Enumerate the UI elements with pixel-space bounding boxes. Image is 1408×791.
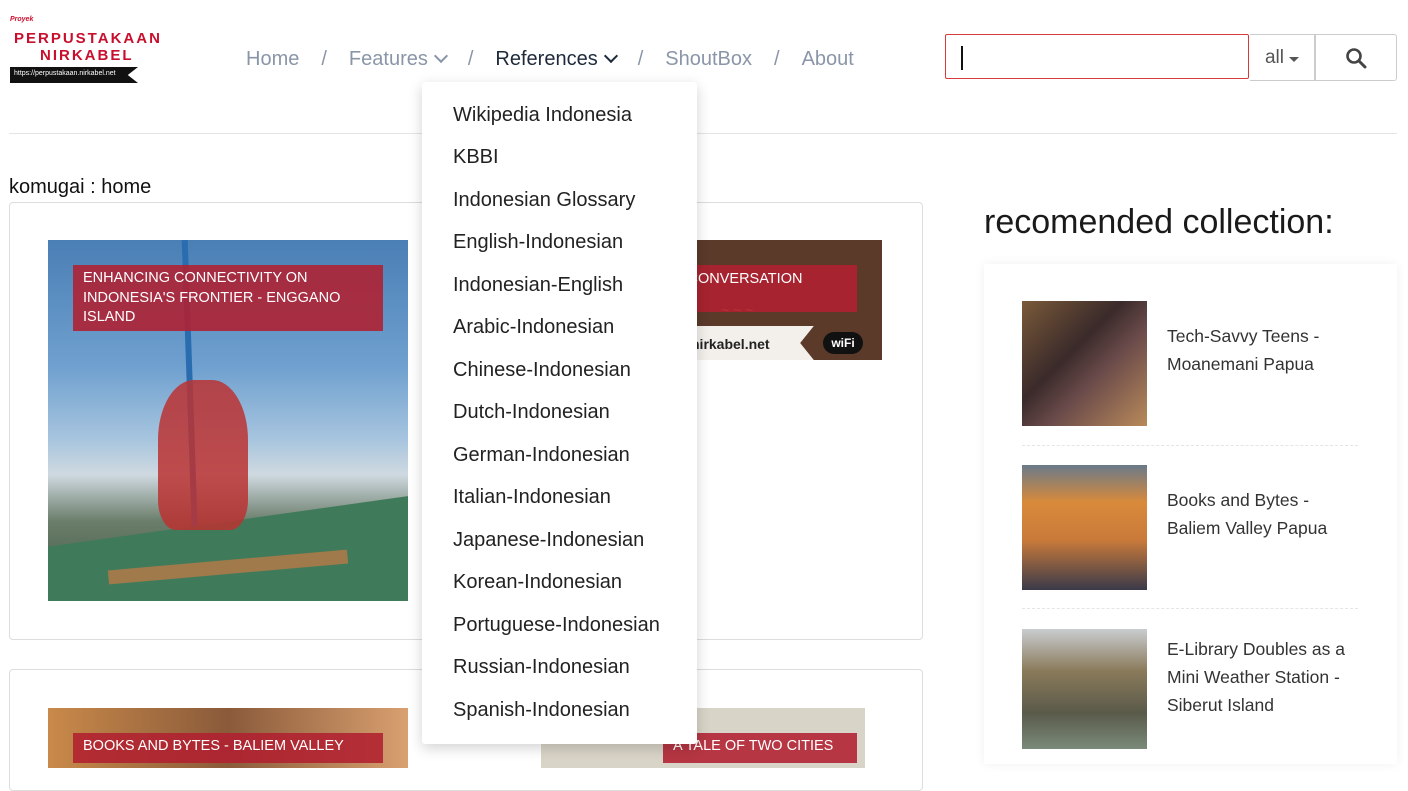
dropdown-item-indonesian-english[interactable]: Indonesian-English (453, 274, 623, 297)
breadcrumb: komugai : home (9, 176, 152, 198)
image-url-text: nirkabel.net (691, 336, 770, 352)
caret-down-icon (1289, 56, 1299, 62)
search-icon (1346, 47, 1367, 68)
search-input[interactable] (945, 34, 1249, 79)
chevron-down-icon (603, 48, 618, 64)
dropdown-item-wikipedia[interactable]: Wikipedia Indonesia (453, 104, 632, 127)
dropdown-item-arabic-indonesian[interactable]: Arabic-Indonesian (453, 316, 614, 339)
sidebar-title: recomended collection: (984, 203, 1334, 241)
nav-separator: / (321, 47, 327, 70)
collection-divider (1022, 445, 1358, 446)
dropdown-item-chinese-indonesian[interactable]: Chinese-Indonesian (453, 359, 631, 382)
nav-shoutbox[interactable]: ShoutBox (665, 48, 752, 71)
logo-proyek-text: Proyek (10, 16, 34, 23)
article-title-badge[interactable]: BOOKS AND BYTES - BALIEM VALLEY (73, 733, 383, 763)
dropdown-item-glossary[interactable]: Indonesian Glossary (453, 189, 635, 212)
dropdown-item-english-indonesian[interactable]: English-Indonesian (453, 231, 623, 254)
nav-references[interactable]: References (495, 47, 618, 71)
collection-title[interactable]: Tech-Savvy Teens - Moanemani Papua (1167, 322, 1367, 378)
dropdown-item-russian-indonesian[interactable]: Russian-Indonesian (453, 656, 630, 679)
dropdown-item-portuguese-indonesian[interactable]: Portuguese-Indonesian (453, 614, 660, 637)
wifi-icon: wiFi (823, 332, 863, 354)
search-scope-select[interactable]: all (1250, 34, 1315, 81)
dropdown-item-kbbi[interactable]: KBBI (453, 146, 499, 169)
text-caret (961, 46, 963, 70)
article-title-badge[interactable]: ENHANCING CONNECTIVITY ON INDONESIA'S FR… (73, 265, 383, 331)
nav-features[interactable]: Features (348, 47, 448, 71)
references-dropdown: Wikipedia Indonesia KBBI Indonesian Glos… (422, 82, 697, 744)
collection-title[interactable]: Books and Bytes - Baliem Valley Papua (1167, 486, 1367, 542)
collection-divider (1022, 608, 1358, 609)
dropdown-item-spanish-indonesian[interactable]: Spanish-Indonesian (453, 699, 630, 722)
nav-references-label: References (495, 47, 598, 70)
search-scope-value: all (1264, 46, 1284, 68)
main-nav: Home / Features / References / ShoutBox … (246, 46, 854, 72)
dropdown-item-italian-indonesian[interactable]: Italian-Indonesian (453, 486, 611, 509)
site-logo[interactable]: Proyek PERPUSTAKAAN NIRKABEL https://per… (10, 16, 160, 86)
nav-separator: / (774, 47, 780, 70)
logo-url: https://perpustakaan.nirkabel.net (14, 70, 116, 77)
header-divider (9, 133, 1397, 134)
collection-title[interactable]: E-Library Doubles as a Mini Weather Stat… (1167, 635, 1367, 719)
dropdown-item-korean-indonesian[interactable]: Korean-Indonesian (453, 571, 622, 594)
collection-thumbnail[interactable] (1022, 629, 1147, 749)
logo-line-2: NIRKABEL (40, 47, 134, 64)
image-person (158, 380, 248, 530)
search-button[interactable] (1315, 34, 1397, 81)
dropdown-item-dutch-indonesian[interactable]: Dutch-Indonesian (453, 401, 610, 424)
nav-home[interactable]: Home (246, 48, 299, 71)
nav-about[interactable]: About (802, 48, 854, 71)
chevron-down-icon (433, 48, 448, 64)
logo-line-1: PERPUSTAKAAN (14, 30, 162, 47)
collection-thumbnail[interactable] (1022, 301, 1147, 426)
nav-separator: / (637, 47, 644, 70)
dropdown-item-german-indonesian[interactable]: German-Indonesian (453, 444, 630, 467)
logo-ribbon: https://perpustakaan.nirkabel.net (10, 67, 138, 83)
dropdown-item-japanese-indonesian[interactable]: Japanese-Indonesian (453, 529, 644, 552)
nav-separator: / (467, 47, 474, 70)
nav-features-label: Features (348, 47, 428, 70)
collection-thumbnail[interactable] (1022, 465, 1147, 590)
